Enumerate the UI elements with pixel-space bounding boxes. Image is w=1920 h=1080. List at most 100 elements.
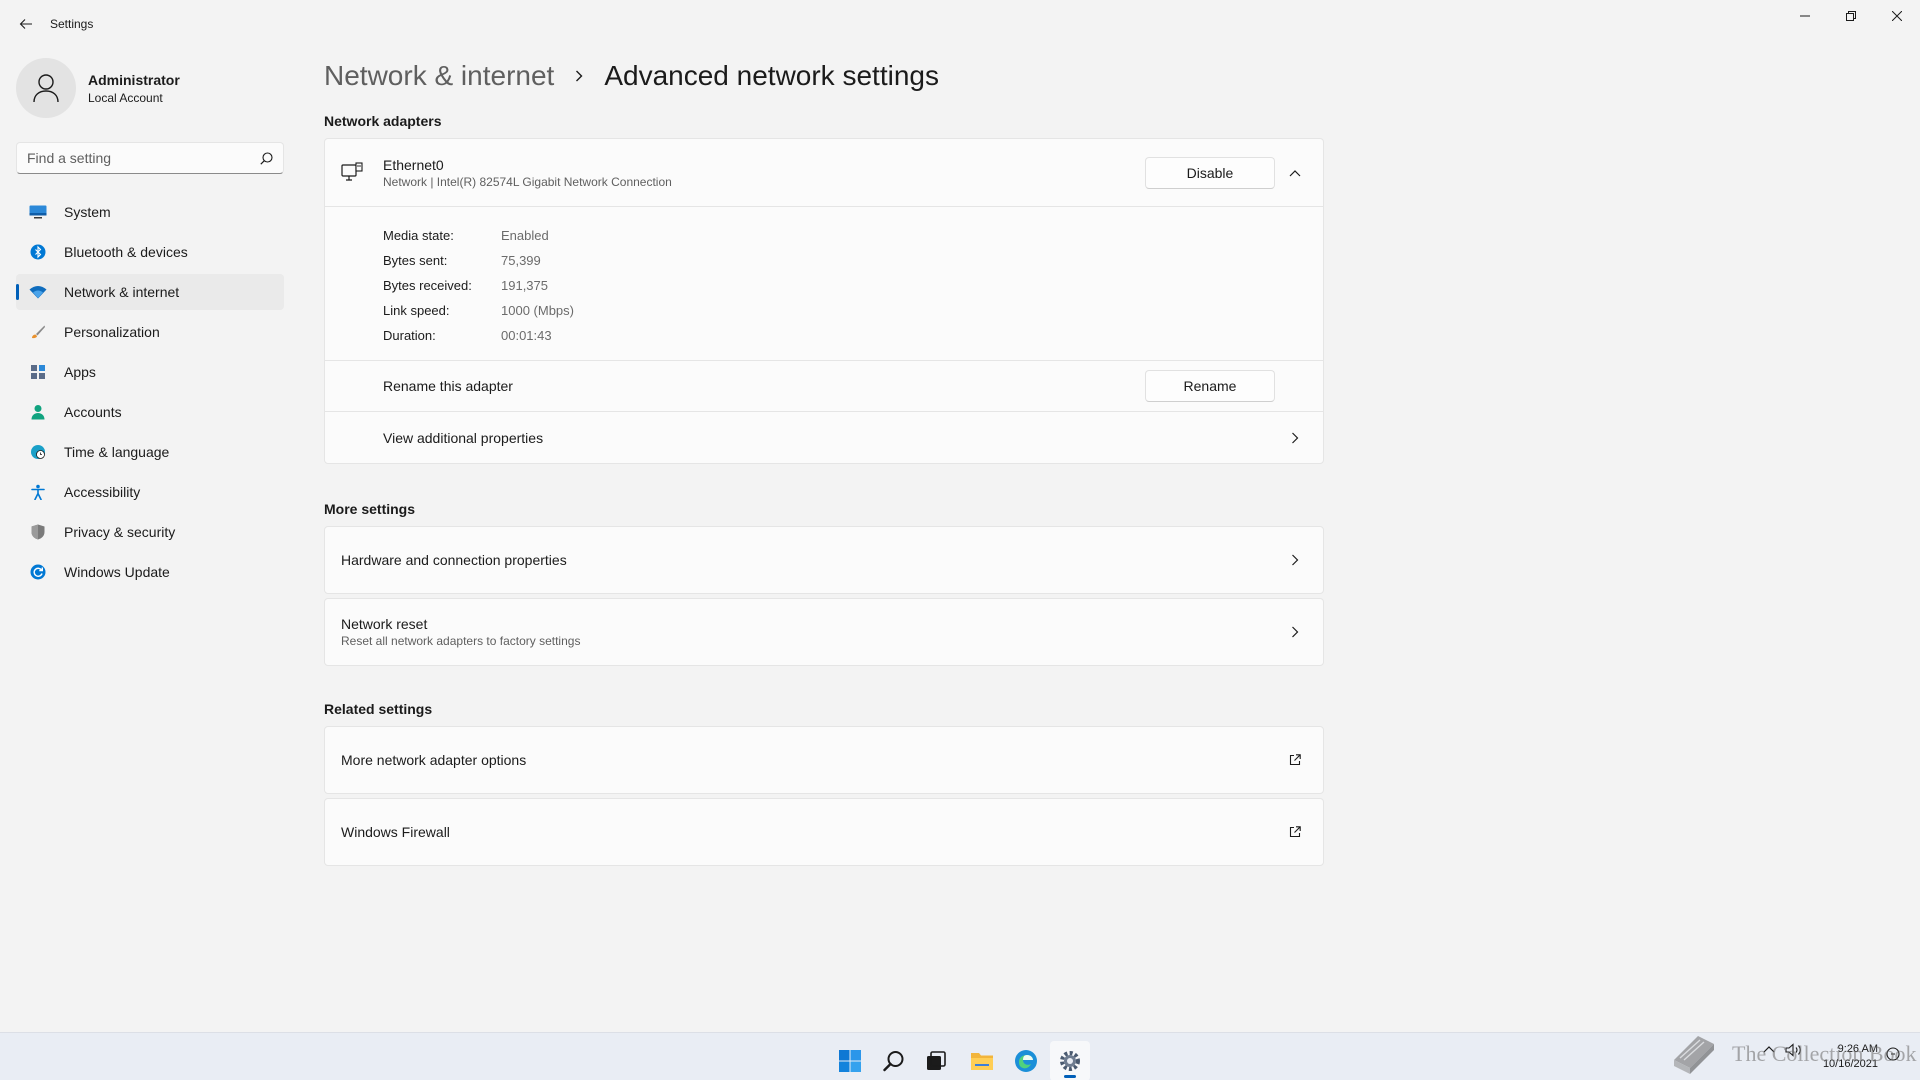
adapter-card: Ethernet0 Network | Intel(R) 82574L Giga… <box>324 138 1324 464</box>
page-title: Advanced network settings <box>604 60 939 91</box>
ethernet-adapter-icon <box>341 161 367 184</box>
chevron-up-icon[interactable] <box>1283 161 1307 185</box>
windows-firewall-row[interactable]: Windows Firewall <box>324 798 1324 866</box>
sidebar-item-system[interactable]: System <box>16 194 284 230</box>
adapter-description: Network | Intel(R) 82574L Gigabit Networ… <box>383 174 672 189</box>
property-key: Bytes sent: <box>383 253 448 268</box>
sidebar-item-apps[interactable]: Apps <box>16 354 284 390</box>
search-box[interactable] <box>16 142 284 174</box>
system-icon <box>28 202 48 222</box>
sidebar-item-accessibility[interactable]: Accessibility <box>16 474 284 510</box>
chevron-right-icon <box>1283 548 1307 572</box>
external-link-icon <box>1283 820 1307 844</box>
more-network-adapter-options-row[interactable]: More network adapter options <box>324 726 1324 794</box>
rename-adapter-label: Rename this adapter <box>383 378 513 394</box>
windows-start-icon[interactable] <box>830 1041 870 1080</box>
sidebar-item-label: Apps <box>64 364 96 380</box>
chevron-right-icon <box>1283 620 1307 644</box>
adapter-name: Ethernet0 <box>383 156 444 173</box>
globe-clock-icon <box>28 442 48 462</box>
sidebar-item-network[interactable]: Network & internet <box>16 274 284 310</box>
file-explorer-icon[interactable] <box>962 1041 1002 1080</box>
disable-button[interactable]: Disable <box>1145 156 1275 189</box>
watermark-text: The Collection Book <box>1732 1041 1917 1066</box>
person-icon <box>28 402 48 422</box>
network-reset-description: Reset all network adapters to factory se… <box>341 634 581 648</box>
network-reset-row[interactable]: Network reset Reset all network adapters… <box>324 598 1324 666</box>
breadcrumb: Network & internet Advanced network sett… <box>324 56 939 96</box>
sidebar-nav: System Bluetooth & devices Network & int… <box>16 194 284 594</box>
network-reset-label: Network reset <box>341 616 428 632</box>
breadcrumb-parent-link[interactable]: Network & internet <box>324 60 554 92</box>
hardware-connection-properties-row[interactable]: Hardware and connection properties <box>324 526 1324 594</box>
profile-account-type: Local Account <box>88 90 163 105</box>
property-value: 00:01:43 <box>501 328 552 343</box>
sidebar-item-time-language[interactable]: Time & language <box>16 434 284 470</box>
property-key: Bytes received: <box>383 278 472 293</box>
hardware-connection-properties-label: Hardware and connection properties <box>341 552 567 568</box>
chevron-right-icon <box>1283 426 1307 450</box>
back-arrow-icon <box>19 19 32 29</box>
sidebar-item-label: Accessibility <box>64 484 141 500</box>
sidebar-item-label: Windows Update <box>64 564 170 580</box>
sidebar-item-windows-update[interactable]: Windows Update <box>16 554 284 590</box>
view-additional-properties-label: View additional properties <box>383 429 544 446</box>
property-value: Enabled <box>501 228 549 243</box>
more-network-adapter-options-label: More network adapter options <box>341 752 527 768</box>
accessibility-icon <box>28 482 48 502</box>
external-link-icon <box>1283 748 1307 772</box>
chevron-right-icon <box>574 69 584 83</box>
update-icon <box>28 562 48 582</box>
sidebar-item-label: Network & internet <box>64 284 180 300</box>
active-app-indicator <box>1064 1075 1076 1078</box>
property-key: Media state: <box>383 228 454 243</box>
search-icon <box>260 151 273 165</box>
property-row: Media state: Enabled <box>383 223 1323 248</box>
sidebar-item-label: Bluetooth & devices <box>64 244 188 260</box>
person-avatar-icon <box>33 74 59 103</box>
minimize-icon <box>1800 15 1810 17</box>
property-key: Link speed: <box>383 303 450 318</box>
restore-button[interactable] <box>1828 0 1874 32</box>
taskbar: 9:26 AM 10/16/2021 <box>0 1032 1920 1080</box>
close-icon <box>1892 11 1902 21</box>
back-button[interactable] <box>14 12 38 36</box>
avatar <box>16 58 76 118</box>
close-button[interactable] <box>1874 0 1920 32</box>
section-title-related-settings: Related settings <box>324 701 433 717</box>
watermark: The Collection Book <box>1668 1030 1917 1078</box>
adapter-header[interactable]: Ethernet0 Network | Intel(R) 82574L Giga… <box>325 139 1323 207</box>
sidebar-item-accounts[interactable]: Accounts <box>16 394 284 430</box>
view-additional-properties-row[interactable]: View additional properties <box>325 412 1323 463</box>
book-logo-icon <box>1674 1036 1714 1074</box>
sidebar-item-label: Accounts <box>64 404 122 420</box>
property-row: Bytes received: 191,375 <box>383 273 1323 298</box>
property-row: Bytes sent: 75,399 <box>383 248 1323 273</box>
rename-button[interactable]: Rename <box>1145 370 1275 402</box>
adapter-properties: Media state: Enabled Bytes sent: 75,399 … <box>325 207 1323 361</box>
property-value: 75,399 <box>501 253 541 268</box>
property-value: 1000 (Mbps) <box>501 303 574 318</box>
shield-icon <box>28 522 48 542</box>
wifi-icon <box>28 282 48 302</box>
minimize-button[interactable] <box>1782 0 1828 32</box>
user-profile[interactable]: Administrator Local Account <box>16 56 286 120</box>
sidebar-item-label: System <box>64 204 111 220</box>
bluetooth-icon <box>28 242 48 262</box>
edge-icon[interactable] <box>1006 1041 1046 1080</box>
app-title: Settings <box>50 17 94 31</box>
sidebar-item-label: Privacy & security <box>64 524 176 540</box>
sidebar-item-bluetooth[interactable]: Bluetooth & devices <box>16 234 284 270</box>
search-icon[interactable] <box>874 1041 914 1080</box>
sidebar-item-label: Time & language <box>64 444 170 460</box>
settings-icon[interactable] <box>1050 1041 1090 1080</box>
search-input[interactable] <box>27 150 260 166</box>
task-view-icon[interactable] <box>916 1041 956 1080</box>
property-key: Duration: <box>383 328 436 343</box>
sidebar-item-privacy-security[interactable]: Privacy & security <box>16 514 284 550</box>
property-row: Link speed: 1000 (Mbps) <box>383 298 1323 323</box>
sidebar-item-label: Personalization <box>64 324 160 340</box>
sidebar-item-personalization[interactable]: Personalization <box>16 314 284 350</box>
restore-icon <box>1846 11 1856 21</box>
title-bar: Settings <box>0 0 1920 48</box>
